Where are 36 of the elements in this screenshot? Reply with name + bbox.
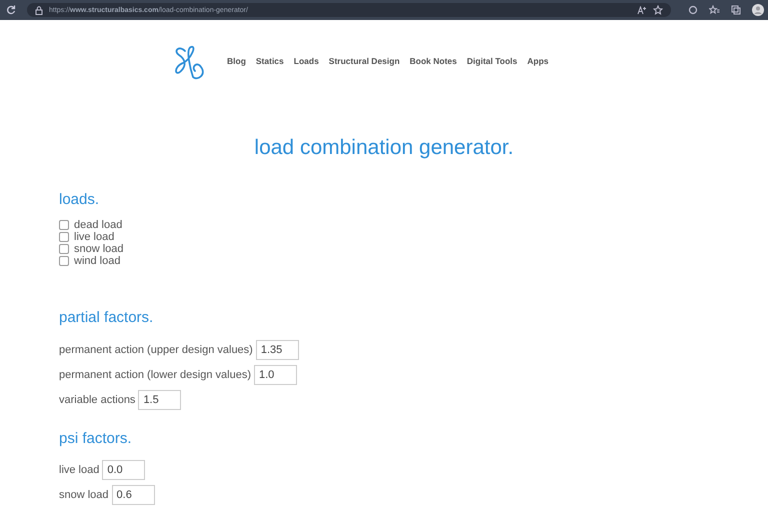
field-label: permanent action (upper design values) [59,344,253,356]
checkbox[interactable] [59,232,69,242]
nav-link[interactable]: Structural Design [328,56,400,66]
nav-link[interactable]: Loads [294,56,319,66]
input-field[interactable]: 1.5 [138,390,182,410]
field-label: live load [59,464,100,476]
nav-link[interactable]: Statics [256,56,284,66]
input-field[interactable]: 0.0 [102,460,146,480]
refresh-icon[interactable] [6,5,16,15]
section-heading: loads. [59,191,100,209]
field-label: permanent action (lower design values) [59,368,251,380]
checkbox-label: wind load [74,255,120,267]
favorites-icon[interactable] [709,5,720,15]
nav-link[interactable]: Apps [527,56,549,66]
checkbox[interactable] [59,256,69,266]
field-label: snow load [59,488,109,500]
star-icon[interactable] [653,5,663,15]
input-field[interactable]: 1.35 [256,340,299,360]
nav-link[interactable]: Blog [227,56,246,66]
checkbox-label: snow load [74,243,124,255]
field-label: variable actions [59,394,136,406]
read-aloud-icon[interactable] [637,6,647,14]
checkbox-label: live load [74,231,114,243]
checkbox-label: dead load [74,219,122,231]
section-heading: partial factors. [59,309,154,327]
nav-link[interactable]: Book Notes [410,56,457,66]
checkbox[interactable] [59,244,69,254]
input-field[interactable]: 1.0 [254,364,297,384]
collections-icon[interactable] [731,5,741,15]
page-title: load combination generator. [253,135,515,161]
lock-icon [35,6,43,14]
input-field[interactable]: 0.6 [112,484,155,504]
section-heading: psi factors. [59,430,133,448]
profile-icon[interactable] [752,4,764,16]
nav-link[interactable]: Digital Tools [466,56,518,66]
checkbox[interactable] [59,220,69,230]
